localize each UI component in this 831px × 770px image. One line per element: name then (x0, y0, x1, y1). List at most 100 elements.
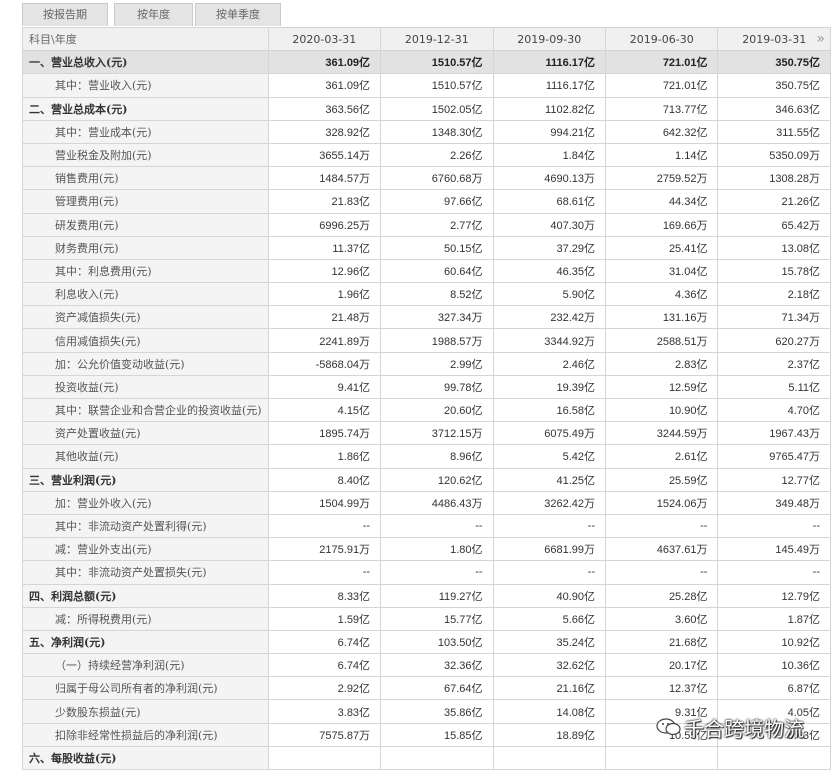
row-value: 71.34万 (717, 305, 831, 330)
row-value: 1.86亿 (267, 444, 382, 469)
row-label: 营业税金及附加(元) (22, 142, 269, 168)
row-label: 其中：非流动资产处置损失(元) (22, 560, 269, 585)
table-row: 六、每股收益(元) (22, 745, 831, 770)
row-value (267, 745, 382, 770)
row-value: 2.99亿 (380, 351, 494, 376)
row-label: 少数股东损益(元) (22, 699, 269, 724)
row-value: 21.83亿 (267, 189, 382, 214)
row-value: 4.36亿 (604, 282, 719, 307)
row-value: 1348.30亿 (380, 119, 494, 144)
row-value: 2.83亿 (604, 351, 719, 376)
row-value: 120.62亿 (380, 467, 494, 492)
row-value: 15.85亿 (380, 722, 494, 747)
row-label: 六、每股收益(元) (22, 745, 269, 770)
row-value: 12.37亿 (604, 676, 719, 701)
row-value: -- (604, 560, 719, 585)
row-value: 18.89亿 (492, 722, 607, 747)
row-value: 5.11亿 (717, 374, 831, 400)
row-value: 97.66亿 (380, 189, 494, 214)
row-value: 2759.52万 (604, 166, 719, 191)
row-value: 35.24亿 (492, 629, 607, 655)
row-value: -- (380, 513, 494, 539)
tab-by-report-period[interactable]: 按报告期 (22, 3, 108, 26)
row-value: 8.96亿 (380, 444, 494, 469)
row-value: 25.41亿 (604, 235, 719, 260)
row-label: 归属于母公司所有者的净利润(元) (22, 676, 269, 701)
row-value: 15.78亿 (717, 258, 831, 284)
table-row: 销售费用(元) 1484.57万 6760.68万 4690.13万 2759.52万 1… (22, 166, 831, 191)
table-row: 利息收入(元) 1.96亿 8.52亿 5.90亿 4.36亿 2.18亿 (22, 282, 831, 307)
row-value: 5.90亿 (492, 282, 607, 307)
row-value: 2.92亿 (267, 676, 382, 701)
row-value: 1308.28万 (717, 166, 831, 191)
row-value: 4486.43万 (380, 490, 494, 515)
table-row: 五、净利润(元) 6.74亿 103.50亿 35.24亿 21.68亿 10.92亿 (22, 629, 831, 655)
row-value: 6075.49万 (492, 421, 607, 446)
row-value: 1.14亿 (604, 142, 719, 168)
row-value: 103.50亿 (380, 629, 494, 655)
table-row: 研发费用(元) 6996.25万 2.77亿 407.30万 169.66万 65.42万 (22, 212, 831, 237)
row-value: 3712.15万 (380, 421, 494, 446)
row-value: 5.43亿 (717, 722, 831, 747)
row-value: 32.36亿 (380, 653, 494, 678)
row-value: 145.49万 (717, 537, 831, 562)
row-label: 减：所得税费用(元) (22, 606, 269, 631)
row-value: 21.26亿 (717, 189, 831, 214)
header-date: 2019-09-30 (492, 26, 607, 52)
row-value (604, 745, 719, 770)
row-value: -- (267, 513, 382, 539)
row-value: 6.87亿 (717, 676, 831, 701)
header-date: 2019-12-31 (380, 26, 494, 52)
row-value: 1116.17亿 (492, 73, 607, 98)
row-value: 3244.59万 (604, 421, 719, 446)
row-value: 721.01亿 (604, 50, 719, 75)
row-value: 13.08亿 (717, 235, 831, 260)
row-value: 67.64亿 (380, 676, 494, 701)
tab-by-quarter[interactable]: 按单季度 (195, 3, 281, 26)
table-row: 管理费用(元) 21.83亿 97.66亿 68.61亿 44.34亿 21.26亿 (22, 189, 831, 214)
row-value: 346.63亿 (717, 96, 831, 121)
row-value: 12.79亿 (717, 583, 831, 608)
row-value: 6.74亿 (267, 629, 382, 655)
row-value: 32.62亿 (492, 653, 607, 678)
table-row: 财务费用(元) 11.37亿 50.15亿 37.29亿 25.41亿 13.08亿 (22, 235, 831, 260)
row-label: 管理费用(元) (22, 189, 269, 214)
row-value: 2.18亿 (717, 282, 831, 307)
row-value: 7575.87万 (267, 722, 382, 747)
row-value: 1102.82亿 (492, 96, 607, 121)
row-value: 4.05亿 (717, 699, 831, 724)
row-value (492, 745, 607, 770)
row-value: 620.27万 (717, 328, 831, 353)
row-value: 311.55亿 (717, 119, 831, 144)
row-value: 10.55亿 (604, 722, 719, 747)
row-value: 328.92亿 (267, 119, 382, 144)
row-value: 6760.68万 (380, 166, 494, 191)
row-value: 65.42万 (717, 212, 831, 237)
row-value: 4690.13万 (492, 166, 607, 191)
row-value: 1116.17亿 (492, 50, 607, 75)
row-value: 5.42亿 (492, 444, 607, 469)
row-value: 2.26亿 (380, 142, 494, 168)
table-row: 扣除非经常性损益后的净利润(元) 7575.87万 15.85亿 18.89亿 10.5… (22, 722, 831, 747)
tab-by-year[interactable]: 按年度 (114, 3, 193, 26)
row-value: 2.77亿 (380, 212, 494, 237)
row-value: 4.15亿 (267, 397, 382, 423)
scroll-right-icon[interactable]: » (816, 31, 825, 47)
income-statement-table: 科目\年度 2020-03-31 2019-12-31 2019-09-30 2… (22, 26, 831, 770)
table-row: 其中：利息费用(元) 12.96亿 60.64亿 46.35亿 31.04亿 15.78亿 (22, 258, 831, 284)
table-row: 其中：营业成本(元) 328.92亿 1348.30亿 994.21亿 642.32亿 3… (22, 119, 831, 144)
row-value: 6681.99万 (492, 537, 607, 562)
row-value: 407.30万 (492, 212, 607, 237)
row-value: 2588.51万 (604, 328, 719, 353)
row-value: 721.01亿 (604, 73, 719, 98)
table-row: 其中：营业收入(元) 361.09亿 1510.57亿 1116.17亿 721.01亿… (22, 73, 831, 98)
row-value: 35.86亿 (380, 699, 494, 724)
row-value: 10.90亿 (604, 397, 719, 423)
row-value: 68.61亿 (492, 189, 607, 214)
row-label: 财务费用(元) (22, 235, 269, 260)
row-value: 4.70亿 (717, 397, 831, 423)
row-value: 8.33亿 (267, 583, 382, 608)
row-value: 44.34亿 (604, 189, 719, 214)
row-value: 1524.06万 (604, 490, 719, 515)
row-value: 41.25亿 (492, 467, 607, 492)
